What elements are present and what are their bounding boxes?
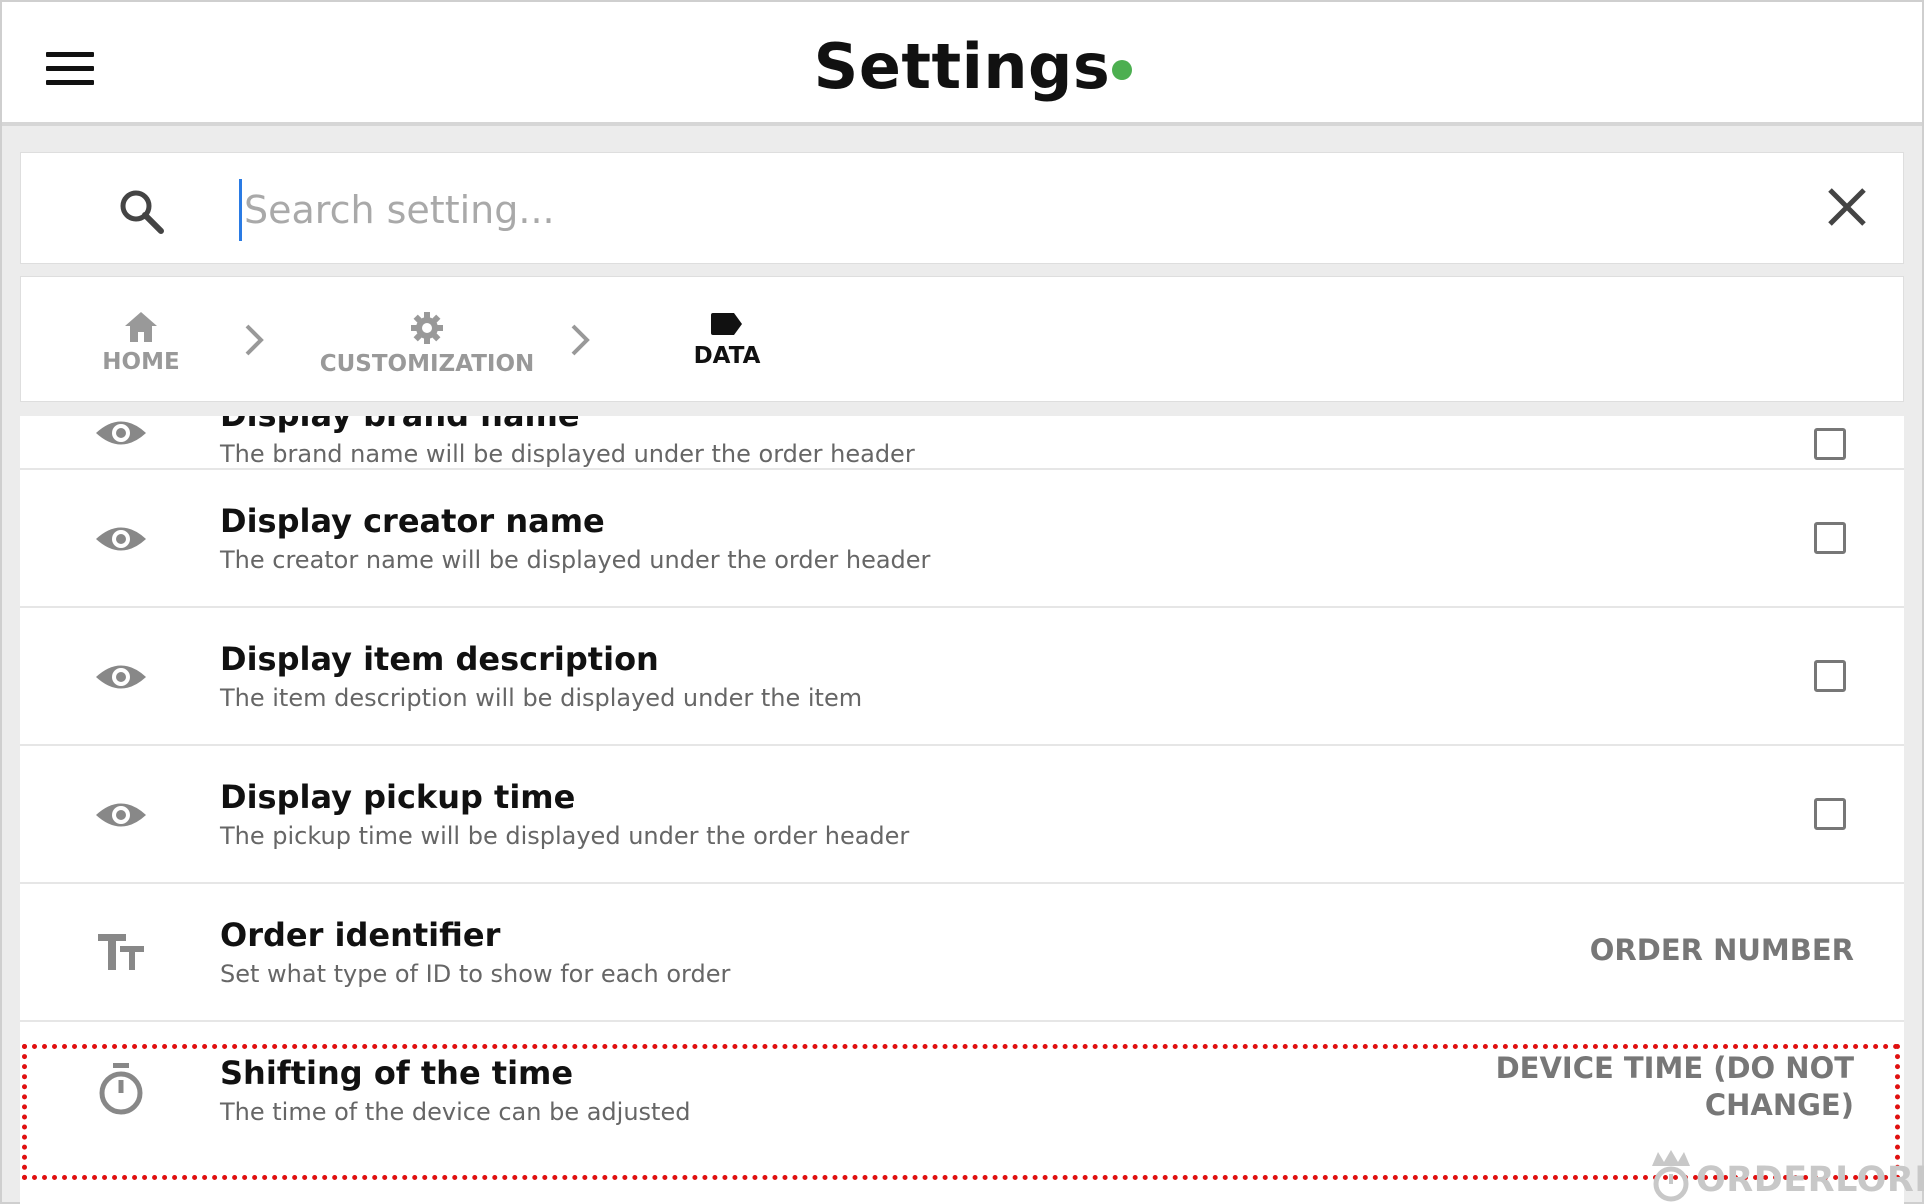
- label-tag-icon: [711, 313, 742, 335]
- timer-icon: [99, 1063, 143, 1115]
- setting-row-brand-name[interactable]: Display brand name The brand name will b…: [20, 416, 1904, 470]
- setting-value[interactable]: ORDER NUMBER: [1590, 932, 1854, 969]
- search-bar: [20, 152, 1904, 264]
- crown-clock-icon: [1652, 1150, 1690, 1202]
- setting-description: The pickup time will be displayed under …: [220, 822, 910, 850]
- setting-checkbox[interactable]: [1814, 522, 1846, 554]
- brand-logo-text: ORDERLORD: [1696, 1160, 1924, 1200]
- brand-logo: ORDERLORD: [1644, 1142, 1924, 1202]
- search-icon: [120, 190, 164, 234]
- page-title: Settings: [813, 30, 1111, 103]
- breadcrumb-customization[interactable]: CUSTOMIZATION: [305, 311, 549, 377]
- eye-icon: [96, 527, 146, 551]
- setting-title: Display creator name: [220, 502, 605, 540]
- setting-description: The time of the device can be adjusted: [220, 1098, 691, 1126]
- breadcrumb-label: DATA: [693, 343, 761, 369]
- setting-checkbox[interactable]: [1814, 428, 1846, 460]
- setting-row-creator-name[interactable]: Display creator name The creator name wi…: [20, 470, 1904, 608]
- setting-value-line: DEVICE TIME (DO NOT: [1495, 1051, 1854, 1085]
- breadcrumb-data[interactable]: DATA: [667, 311, 787, 369]
- close-icon[interactable]: [1826, 186, 1868, 228]
- setting-title: Display brand name: [220, 416, 580, 434]
- setting-row-time-shift[interactable]: Shifting of the time The time of the dev…: [20, 1022, 1904, 1160]
- home-icon: [125, 312, 157, 342]
- setting-title: Display pickup time: [220, 778, 576, 816]
- setting-row-pickup-time[interactable]: Display pickup time The pickup time will…: [20, 746, 1904, 884]
- setting-title: Shifting of the time: [220, 1054, 574, 1092]
- search-input[interactable]: [239, 179, 1746, 241]
- breadcrumb-label: HOME: [102, 349, 180, 375]
- setting-checkbox[interactable]: [1814, 798, 1846, 830]
- setting-description: The creator name will be displayed under…: [220, 546, 931, 574]
- text-size-icon: [98, 934, 144, 970]
- breadcrumb-label: CUSTOMIZATION: [319, 351, 535, 377]
- breadcrumb-home[interactable]: HOME: [83, 311, 199, 375]
- setting-checkbox[interactable]: [1814, 660, 1846, 692]
- setting-value[interactable]: DEVICE TIME (DO NOT CHANGE): [1496, 1050, 1854, 1124]
- eye-icon: [96, 803, 146, 827]
- setting-description: The brand name will be displayed under t…: [220, 440, 915, 468]
- setting-row-order-identifier[interactable]: Order identifier Set what type of ID to …: [20, 884, 1904, 1022]
- setting-row-item-description[interactable]: Display item description The item descri…: [20, 608, 1904, 746]
- gear-icon: [411, 312, 443, 344]
- eye-icon: [96, 665, 146, 689]
- setting-description: Set what type of ID to show for each ord…: [220, 960, 731, 988]
- chevron-right-icon: [245, 324, 264, 356]
- setting-title: Order identifier: [220, 916, 501, 954]
- settings-list: Display brand name The brand name will b…: [20, 416, 1904, 1204]
- status-indicator: [1112, 60, 1132, 80]
- setting-description: The item description will be displayed u…: [220, 684, 863, 712]
- eye-icon: [96, 421, 146, 445]
- app-header: Settings: [2, 2, 1922, 126]
- setting-value-line: CHANGE): [1704, 1088, 1854, 1122]
- chevron-right-icon: [571, 324, 590, 356]
- breadcrumb: HOME CUSTOMIZATION DATA: [20, 276, 1904, 402]
- setting-title: Display item description: [220, 640, 659, 678]
